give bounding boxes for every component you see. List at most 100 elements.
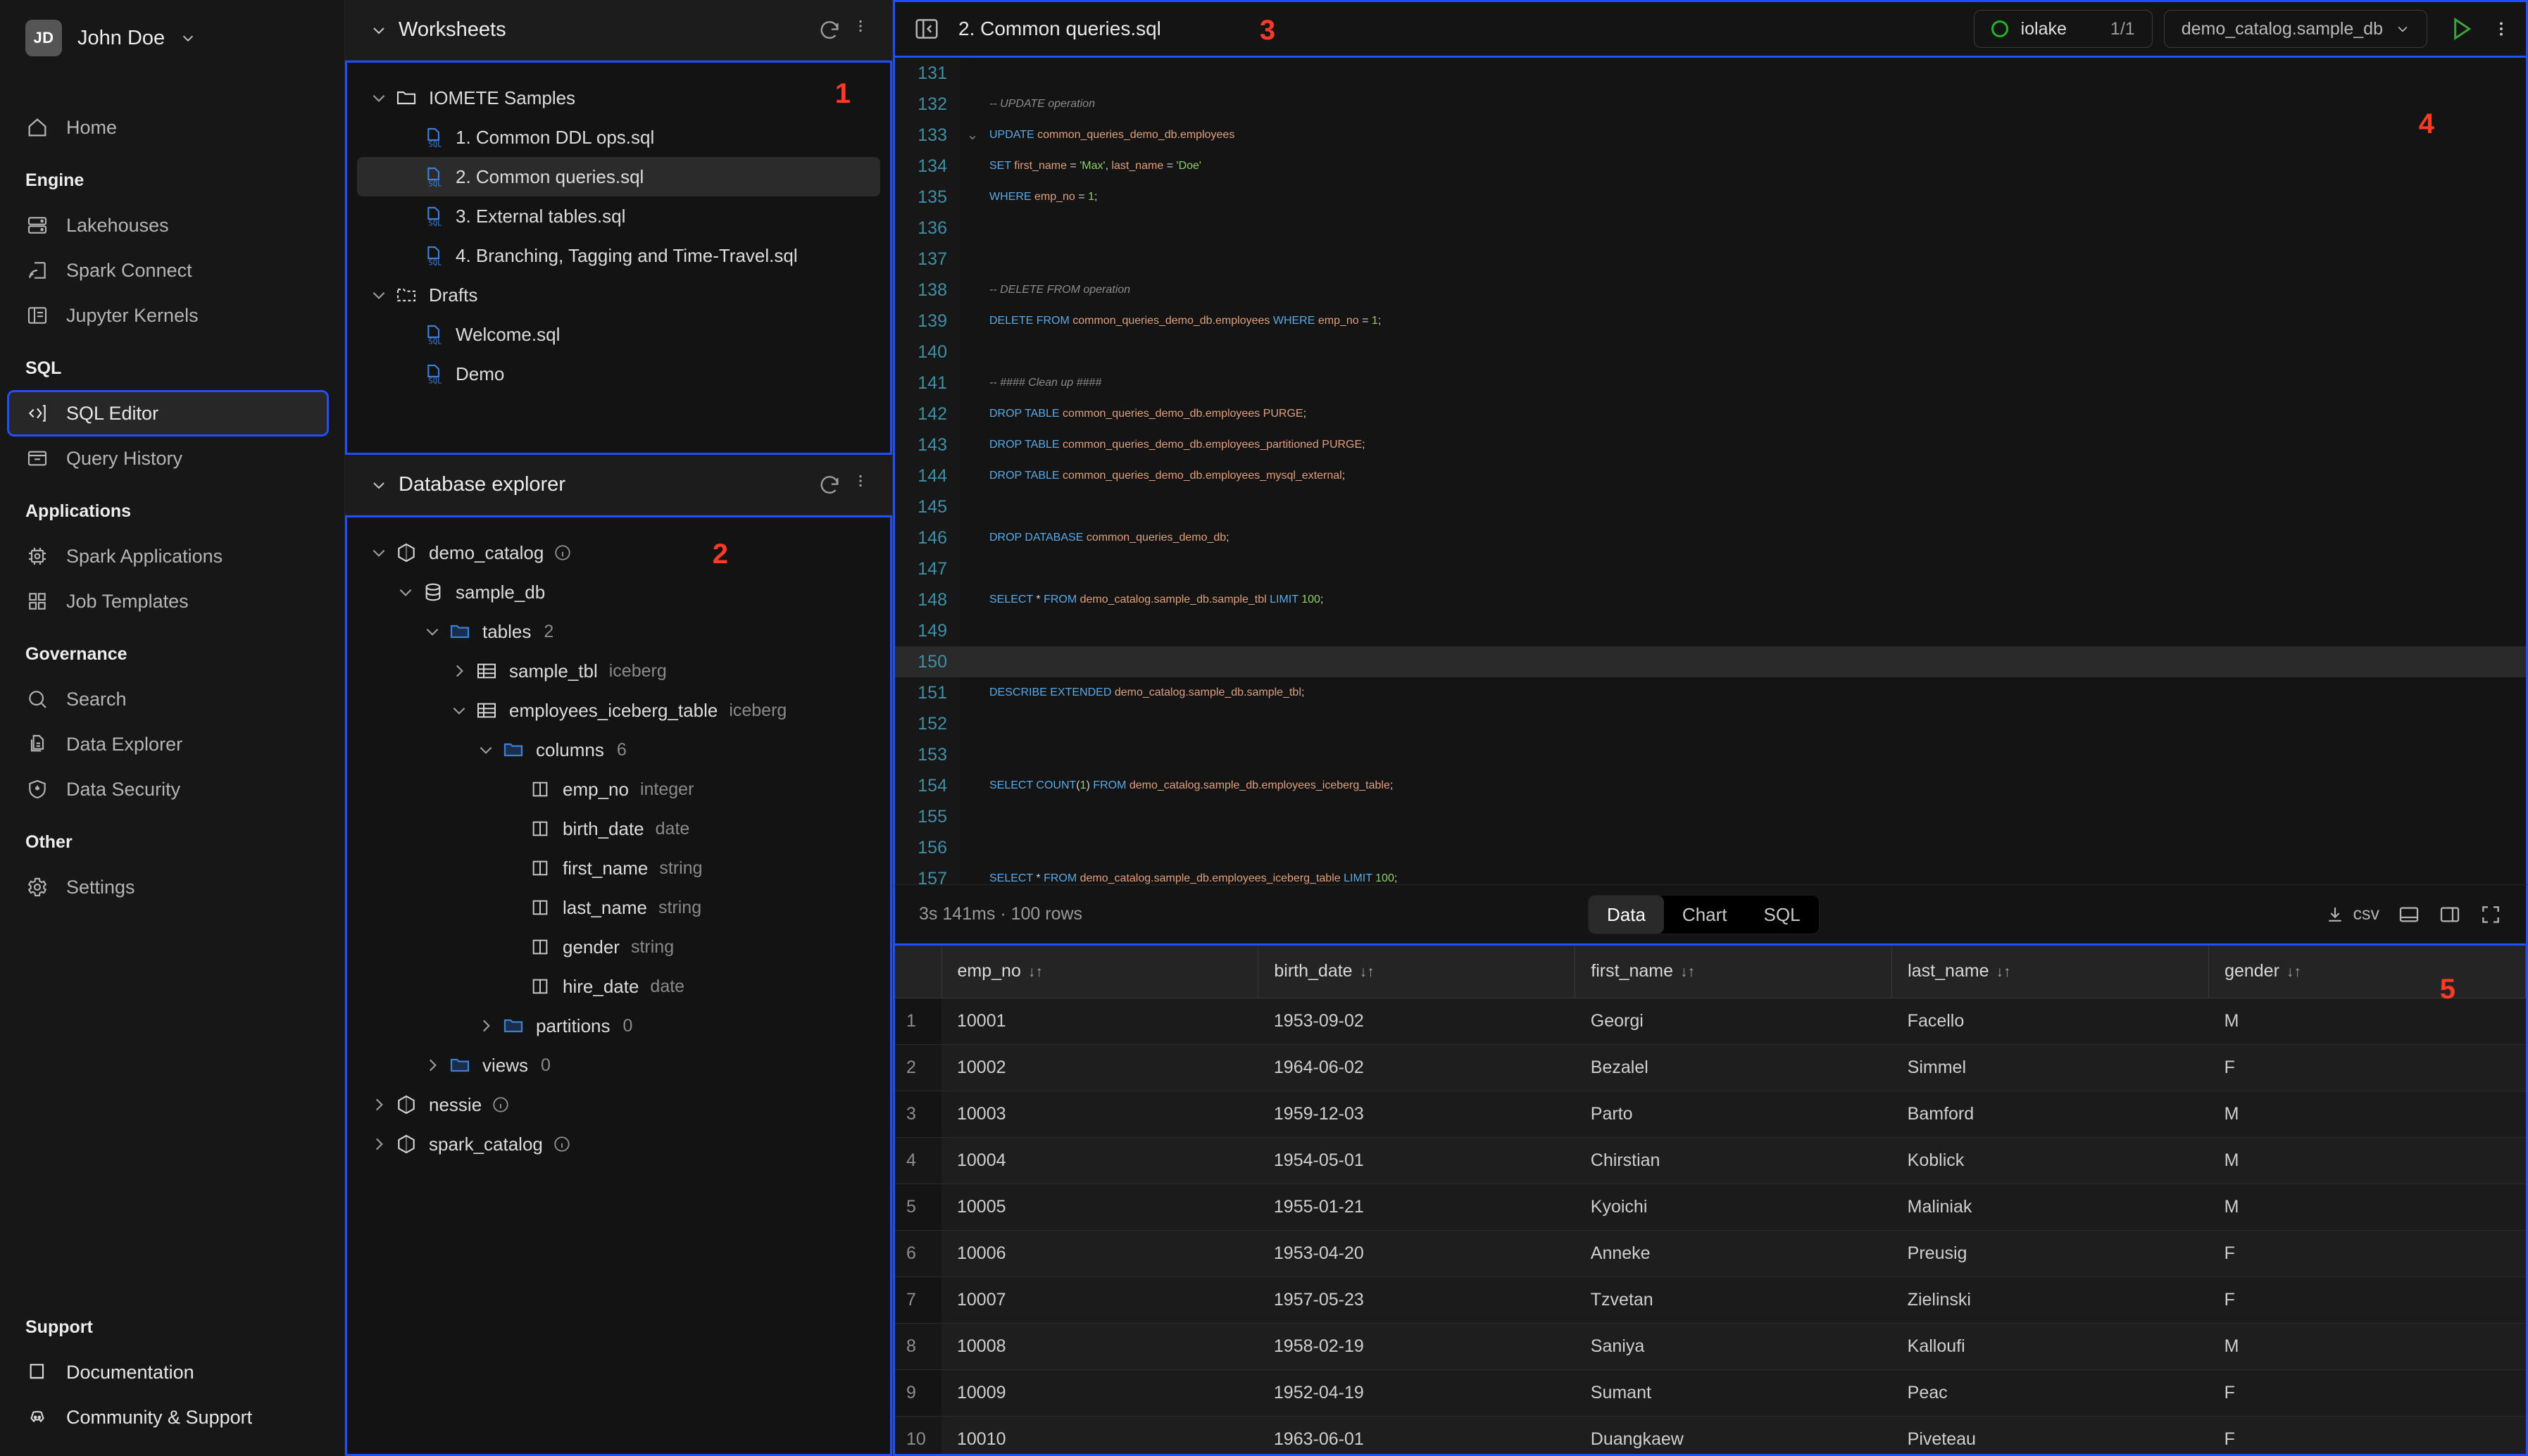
sidebar-item-query-history[interactable]: Query History (8, 437, 327, 480)
info-icon[interactable] (553, 1135, 571, 1153)
column-header-gender[interactable]: gender ↓↑ (2208, 946, 2526, 998)
sidebar-item-lakehouses[interactable]: Lakehouses (8, 203, 327, 247)
tree-item-sample-tbl[interactable]: sample_tbl iceberg (357, 651, 880, 691)
tree-item-partitions[interactable]: partitions 0 (357, 1006, 880, 1046)
refresh-icon[interactable] (818, 473, 841, 497)
tree-item-sample-db[interactable]: sample_db (357, 572, 880, 612)
sidebar-item-job-templates[interactable]: Job Templates (8, 579, 327, 623)
sidebar-item-documentation[interactable]: Documentation (8, 1350, 327, 1394)
chevron-down-icon[interactable] (450, 701, 468, 720)
tree-item-iomete-samples[interactable]: IOMETE Samples (357, 78, 880, 118)
layout-split-icon[interactable] (2439, 903, 2461, 926)
tree-item-2-common-queries-sql[interactable]: SQL 2. Common queries.sql (357, 157, 880, 196)
column-header-first_name[interactable]: first_name ↓↑ (1575, 946, 1893, 998)
tree-item-drafts[interactable]: Drafts (357, 275, 880, 315)
sidebar-item-spark-connect[interactable]: Spark Connect (8, 249, 327, 292)
tree-item-hire-date[interactable]: hire_date date (357, 967, 880, 1006)
code-line-136[interactable]: 136 (895, 213, 2526, 244)
run-query-button[interactable] (2443, 11, 2479, 47)
column-header-emp_no[interactable]: emp_no ↓↑ (941, 946, 1259, 998)
user-menu[interactable]: JD John Doe (0, 0, 344, 76)
code-line-138[interactable]: 138 -- DELETE FROM operation (895, 275, 2526, 306)
tree-item-first-name[interactable]: first_name string (357, 848, 880, 888)
code-line-139[interactable]: 139 DELETE FROM common_queries_demo_db.em… (895, 306, 2526, 337)
chevron-right-icon[interactable] (423, 1056, 442, 1074)
table-row[interactable]: 3 10003 1959-12-03 Parto Bamford M (895, 1091, 2526, 1138)
code-line-143[interactable]: 143 DROP TABLE common_queries_demo_db.emp… (895, 429, 2526, 460)
chevron-down-icon[interactable] (370, 477, 387, 494)
results-tabs[interactable]: Data Chart SQL (1588, 894, 1820, 934)
code-line-134[interactable]: 134 SET first_name = 'Max', last_name = '… (895, 151, 2526, 182)
collapse-panel-icon[interactable] (913, 15, 940, 42)
info-icon[interactable] (492, 1096, 510, 1114)
chevron-down-icon[interactable] (423, 622, 442, 641)
table-row[interactable]: 10 10010 1963-06-01 Duangkaew Piveteau F (895, 1416, 2526, 1454)
code-line-149[interactable]: 149 (895, 615, 2526, 646)
chevron-down-icon[interactable] (396, 583, 415, 601)
tree-item-1-common-ddl-ops-sql[interactable]: SQL 1. Common DDL ops.sql (357, 118, 880, 157)
code-line-157[interactable]: 157 SELECT * FROM demo_catalog.sample_db.… (895, 863, 2526, 884)
fullscreen-icon[interactable] (2479, 903, 2502, 926)
code-line-144[interactable]: 144 DROP TABLE common_queries_demo_db.emp… (895, 460, 2526, 491)
table-row[interactable]: 6 10006 1953-04-20 Anneke Preusig F (895, 1230, 2526, 1277)
table-row[interactable]: 7 10007 1957-05-23 Tzvetan Zielinski F (895, 1276, 2526, 1324)
sort-icon[interactable]: ↓↑ (2286, 964, 2301, 980)
code-line-153[interactable]: 153 (895, 739, 2526, 770)
code-line-148[interactable]: 148 SELECT * FROM demo_catalog.sample_db.… (895, 584, 2526, 615)
code-line-154[interactable]: 154 SELECT COUNT(1) FROM demo_catalog.sam… (895, 770, 2526, 801)
code-line-155[interactable]: 155 (895, 801, 2526, 832)
tree-item-demo[interactable]: SQL Demo (357, 354, 880, 394)
info-icon[interactable] (553, 544, 572, 562)
table-row[interactable]: 4 10004 1954-05-01 Chirstian Koblick M (895, 1137, 2526, 1184)
column-header-last_name[interactable]: last_name ↓↑ (1891, 946, 2210, 998)
sort-icon[interactable]: ↓↑ (1028, 964, 1043, 980)
table-row[interactable]: 1 10001 1953-09-02 Georgi Facello M (895, 998, 2526, 1045)
code-line-152[interactable]: 152 (895, 708, 2526, 739)
sql-code-editor[interactable]: 131 132 -- UPDATE operation 133 ⌄ UPDATE com… (893, 58, 2528, 884)
tree-item-3-external-tables-sql[interactable]: SQL 3. External tables.sql (357, 196, 880, 236)
cluster-selector[interactable]: iolake 1/1 (1973, 10, 2153, 48)
refresh-icon[interactable] (818, 18, 841, 42)
tree-item-demo-catalog[interactable]: demo_catalog (357, 533, 880, 572)
tree-item-emp-no[interactable]: emp_no integer (357, 770, 880, 809)
tree-item-nessie[interactable]: nessie (357, 1085, 880, 1124)
column-header-birth_date[interactable]: birth_date ↓↑ (1258, 946, 1576, 998)
results-grid[interactable]: emp_no ↓↑ birth_date ↓↑ first_name ↓↑ last_… (893, 943, 2528, 1456)
code-line-146[interactable]: 146 DROP DATABASE common_queries_demo_db; (895, 522, 2526, 553)
tree-item-spark-catalog[interactable]: spark_catalog (357, 1124, 880, 1164)
code-line-147[interactable]: 147 (895, 553, 2526, 584)
chevron-right-icon[interactable] (370, 1135, 388, 1153)
tab-sql[interactable]: SQL (1746, 896, 1819, 934)
sidebar-item-search[interactable]: Search (8, 677, 327, 721)
worksheets-tree[interactable]: 1 IOMETE Samples SQL 1. Common DDL ops.sql… (345, 61, 892, 455)
table-row[interactable]: 2 10002 1964-06-02 Bezalel Simmel F (895, 1044, 2526, 1091)
code-line-145[interactable]: 145 (895, 491, 2526, 522)
tree-item-views[interactable]: views 0 (357, 1046, 880, 1085)
tree-item-birth-date[interactable]: birth_date date (357, 809, 880, 848)
chevron-right-icon[interactable] (450, 662, 468, 680)
tree-item-columns[interactable]: columns 6 (357, 730, 880, 770)
tree-item-employees-iceberg-table[interactable]: employees_iceberg_table iceberg (357, 691, 880, 730)
database-explorer-tree[interactable]: 2 demo_catalog sample_db tables 2 sample_tbl… (345, 515, 892, 1456)
code-line-133[interactable]: 133 ⌄ UPDATE common_queries_demo_db.employ… (895, 120, 2526, 151)
worksheets-more-icon[interactable] (853, 18, 868, 42)
tab-chart[interactable]: Chart (1664, 896, 1746, 934)
database-explorer-more-icon[interactable] (853, 473, 868, 497)
sidebar-item-community-support[interactable]: Community & Support (8, 1395, 327, 1439)
fold-gutter[interactable]: ⌄ (960, 120, 985, 151)
chevron-down-icon[interactable] (370, 286, 388, 304)
tree-item-last-name[interactable]: last_name string (357, 888, 880, 927)
sidebar-item-jupyter-kernels[interactable]: Jupyter Kernels (8, 294, 327, 337)
catalog-selector[interactable]: demo_catalog.sample_db (2163, 10, 2427, 48)
tree-item-4-branching-tagging-and-time-travel-sql[interactable]: SQL 4. Branching, Tagging and Time-Travel… (357, 236, 880, 275)
code-line-137[interactable]: 137 (895, 244, 2526, 275)
code-line-132[interactable]: 132 -- UPDATE operation (895, 89, 2526, 120)
tree-item-welcome-sql[interactable]: SQL Welcome.sql (357, 315, 880, 354)
table-row[interactable]: 9 10009 1952-04-19 Sumant Peac F (895, 1369, 2526, 1417)
chevron-down-icon[interactable] (477, 741, 495, 759)
tab-data[interactable]: Data (1589, 895, 1664, 934)
chevron-down-icon[interactable] (370, 544, 388, 562)
sidebar-item-data-security[interactable]: Data Security (8, 767, 327, 811)
code-line-135[interactable]: 135 WHERE emp_no = 1; (895, 182, 2526, 213)
chevron-right-icon[interactable] (370, 1096, 388, 1114)
